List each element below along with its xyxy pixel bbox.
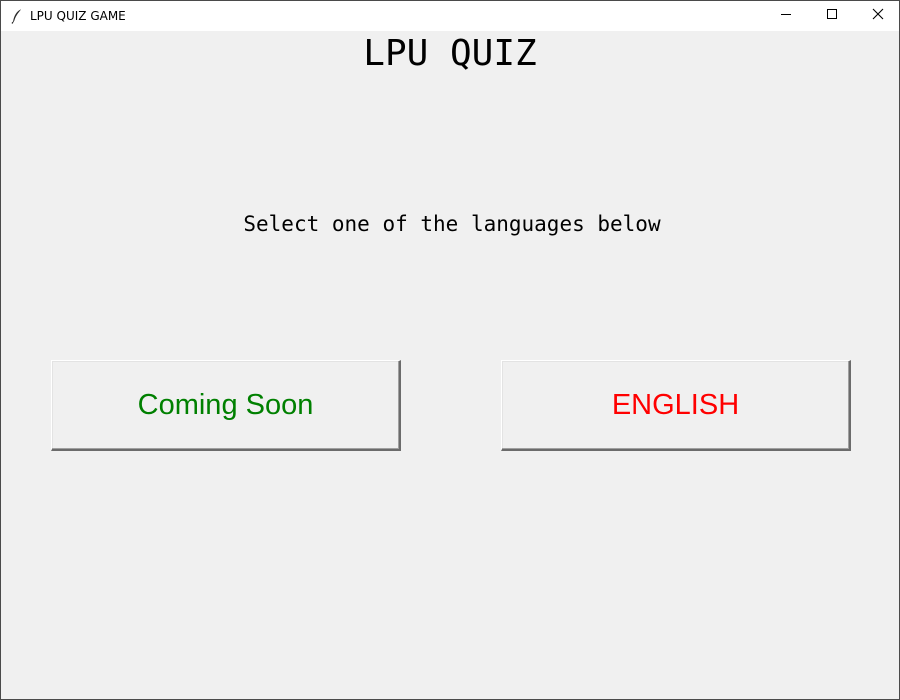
main-content: LPU QUIZ Select one of the languages bel…: [1, 31, 899, 699]
app-window: LPU QUIZ GAME LPU QUIZ Select one of the…: [0, 0, 900, 700]
close-button[interactable]: [855, 1, 899, 31]
maximize-button[interactable]: [809, 1, 855, 31]
coming-soon-button[interactable]: Coming Soon: [51, 360, 401, 451]
close-icon: [872, 7, 884, 25]
minimize-icon: [780, 7, 792, 25]
minimize-button[interactable]: [763, 1, 809, 31]
page-title: LPU QUIZ: [363, 33, 537, 74]
title-bar[interactable]: LPU QUIZ GAME: [1, 1, 899, 31]
english-button[interactable]: ENGLISH: [501, 360, 851, 451]
instruction-text: Select one of the languages below: [243, 212, 661, 236]
window-title: LPU QUIZ GAME: [30, 9, 126, 23]
feather-icon: [10, 8, 24, 24]
maximize-icon: [826, 7, 838, 25]
